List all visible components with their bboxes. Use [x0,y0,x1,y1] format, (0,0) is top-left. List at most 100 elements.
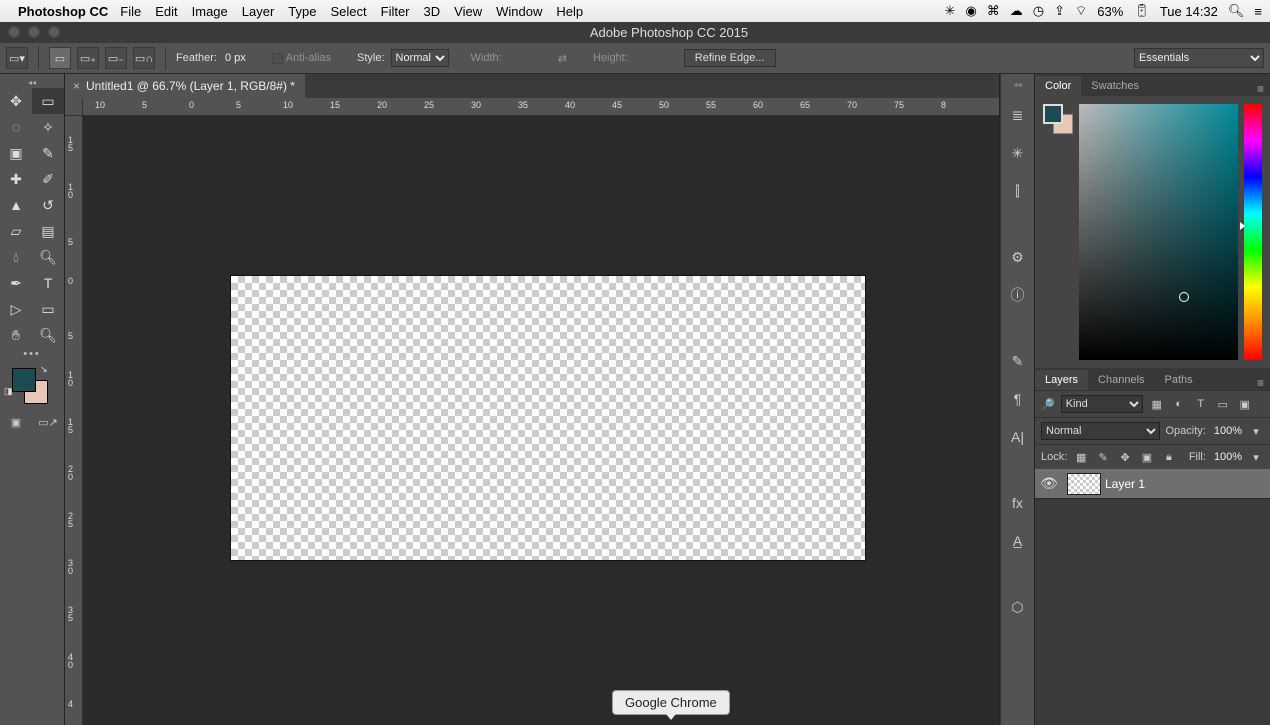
blur-tool[interactable]: 💧︎ [0,244,32,270]
app-name[interactable]: Photoshop CC [18,4,108,19]
brush-tool[interactable]: ✐ [32,166,64,192]
menu-select[interactable]: Select [330,4,366,19]
refine-edge-button[interactable]: Refine Edge... [684,49,776,67]
layers-panel-menu-icon[interactable]: ≡ [1251,376,1270,390]
menu-window[interactable]: Window [496,4,542,19]
menu-help[interactable]: Help [556,4,583,19]
wifi-icon[interactable]: ⌔ [1075,3,1087,19]
menu-file[interactable]: File [120,4,141,19]
menu-hamburger-icon[interactable]: ≡ [1254,4,1262,19]
color-panel-menu-icon[interactable]: ≡ [1251,82,1270,96]
menu-edit[interactable]: Edit [155,4,177,19]
filter-adjust-icon[interactable]: ◐ [1171,396,1187,412]
layer-row[interactable]: 👁 Layer 1 [1035,469,1270,499]
menu-type[interactable]: Type [288,4,316,19]
opacity-value[interactable]: 100% [1214,425,1242,437]
move-tool[interactable]: ✥ [0,88,32,114]
strip-expand-handle[interactable]: ◂◂ [1013,80,1021,89]
eraser-tool[interactable]: ▱ [0,218,32,244]
menu-image[interactable]: Image [192,4,228,19]
clock-icon[interactable]: ◷ [1033,3,1044,19]
character-panel-icon[interactable]: A| [1006,425,1030,449]
window-minimize-button[interactable] [28,26,40,38]
layer-thumbnail[interactable] [1067,473,1101,495]
styles-panel-icon[interactable]: fx [1006,491,1030,515]
histogram-panel-icon[interactable]: ⫿ [1006,179,1030,203]
foreground-background-swatches[interactable]: ↘ ◨ [0,362,64,410]
document-tab[interactable]: × Untitled1 @ 66.7% (Layer 1, RGB/8#) * [65,74,305,98]
tab-layers[interactable]: Layers [1035,370,1088,390]
color-swatches[interactable] [1043,104,1073,134]
layer-filter-select[interactable]: Kind [1061,395,1143,413]
tab-swatches[interactable]: Swatches [1081,76,1149,96]
path-selection-tool[interactable]: ▷ [0,296,32,322]
zoom-tool[interactable]: 🔍︎ [32,322,64,348]
add-selection-button[interactable]: ▭₊ [77,47,99,69]
menu-3d[interactable]: 3D [424,4,441,19]
feather-value[interactable]: 0 px [225,52,246,64]
fill-value[interactable]: 100% [1214,451,1242,463]
battery-pct[interactable]: 63% [1097,4,1123,19]
glyphs-panel-icon[interactable]: A̲ [1006,529,1030,553]
brushes-panel-icon[interactable]: ✎ [1006,349,1030,373]
window-close-button[interactable] [8,26,20,38]
camera-icon[interactable]: ◉ [965,3,976,19]
actions-panel-icon[interactable]: ✳ [1006,141,1030,165]
layer-visibility-icon[interactable]: 👁 [1035,475,1063,492]
menu-view[interactable]: View [454,4,482,19]
lock-position-icon[interactable]: ✥ [1117,449,1133,465]
rectangular-marquee-tool[interactable]: ▭ [32,88,64,114]
cp-foreground-swatch[interactable] [1043,104,1063,124]
tab-paths[interactable]: Paths [1155,370,1203,390]
hue-indicator[interactable] [1240,222,1245,230]
canvas-pasteboard[interactable] [83,116,999,725]
type-tool[interactable]: T [32,270,64,296]
workspace-select[interactable]: Essentials [1134,48,1264,68]
eyedropper-tool[interactable]: ✎ [32,140,64,166]
healing-brush-tool[interactable]: ✚ [0,166,32,192]
cc-icon[interactable]: ⌘ [987,3,1000,19]
menu-clock[interactable]: Tue 14:32 [1160,4,1218,19]
filter-type-icon[interactable]: T [1193,396,1209,412]
ruler-origin[interactable] [65,98,83,116]
hue-slider[interactable] [1244,104,1262,360]
hand-tool[interactable]: ✋︎ [0,322,32,348]
lock-paint-icon[interactable]: ✎ [1095,449,1111,465]
lock-all-icon[interactable]: 🔒︎ [1161,449,1177,465]
blend-mode-select[interactable]: Normal [1041,422,1160,440]
filter-pixel-icon[interactable]: ▦ [1149,396,1165,412]
3d-panel-icon[interactable]: ⬡ [1006,595,1030,619]
window-zoom-button[interactable] [48,26,60,38]
subtract-selection-button[interactable]: ▭₋ [105,47,127,69]
swap-colors-icon[interactable]: ◨ [4,386,13,397]
foreground-color-swatch[interactable] [12,368,36,392]
history-panel-icon[interactable]: ≣ [1006,103,1030,127]
history-brush-tool[interactable]: ↺ [32,192,64,218]
properties-panel-icon[interactable]: ⚙ [1006,245,1030,269]
magic-wand-tool[interactable]: ✧ [32,114,64,140]
screen-mode-button[interactable]: ▭↗ [32,410,64,434]
battery-icon[interactable]: 🔋︎ [1133,3,1150,19]
canvas[interactable] [231,276,865,560]
clone-stamp-tool[interactable]: ▲ [0,192,32,218]
new-selection-button[interactable]: ▭ [49,47,71,69]
horizontal-ruler[interactable]: 1050510152025303540455055606570758 [83,98,999,116]
tab-channels[interactable]: Channels [1088,370,1154,390]
fill-dropdown-icon[interactable]: ▾ [1248,449,1264,465]
toolbox-collapse-handle[interactable]: ◂◂ [0,78,64,88]
paragraph-panel-icon[interactable]: ¶ [1006,387,1030,411]
filter-shape-icon[interactable]: ▭ [1215,396,1231,412]
pen-tool[interactable]: ✒ [0,270,32,296]
info-panel-icon[interactable]: ⓘ [1006,283,1030,307]
menu-filter[interactable]: Filter [381,4,410,19]
lock-transparency-icon[interactable]: ▦ [1073,449,1089,465]
filter-smart-icon[interactable]: ▣ [1237,396,1253,412]
color-field[interactable] [1079,104,1238,360]
vertical-ruler[interactable]: 1510505101520253035404 [65,116,83,725]
dodge-tool[interactable]: 🔍︎ [32,244,64,270]
close-tab-icon[interactable]: × [73,79,80,93]
layer-name[interactable]: Layer 1 [1105,477,1145,491]
opacity-dropdown-icon[interactable]: ▾ [1248,423,1264,439]
quick-mask-button[interactable]: ▣ [0,410,32,434]
color-field-indicator[interactable] [1179,292,1189,302]
